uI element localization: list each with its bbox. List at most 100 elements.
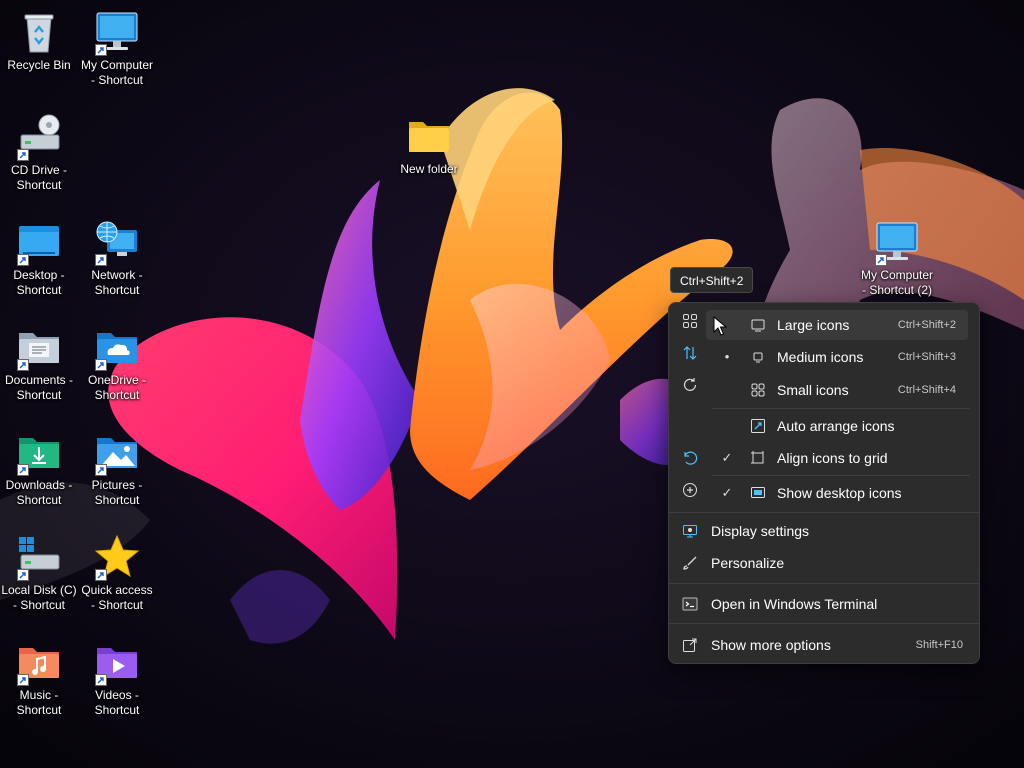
desktop-icon-local-disk[interactable]: Local Disk (C) - Shortcut (0, 533, 78, 613)
submenu-separator (712, 408, 970, 409)
new-command-button[interactable] (674, 474, 706, 506)
documents-folder-icon (15, 323, 63, 371)
shortcut-arrow-icon (95, 254, 107, 266)
shortcut-arrow-icon (17, 674, 29, 686)
show-desktop-icons-label: Show desktop icons (777, 485, 902, 501)
desktop-icon-label: Pictures - Shortcut (91, 478, 143, 507)
desktop-icon-pictures[interactable]: Pictures - Shortcut (78, 428, 156, 508)
personalize-item[interactable]: Personalize (674, 547, 974, 579)
desktop-icon-downloads[interactable]: Downloads - Shortcut (0, 428, 78, 508)
show-more-options-item[interactable]: Show more options Shift+F10 (674, 629, 974, 661)
large-icons-item[interactable]: Large icons Ctrl+Shift+2 (706, 310, 968, 340)
item-mark: • (724, 349, 730, 364)
shortcut-arrow-icon (17, 254, 29, 266)
desktop-icon-quick-access[interactable]: Quick access - Shortcut (78, 533, 156, 613)
desktop-icon-label: Quick access - Shortcut (81, 583, 153, 612)
desktop-icon-desktop[interactable]: Desktop - Shortcut (0, 218, 78, 298)
item-mark (720, 375, 734, 405)
medium-icons-item[interactable]: • Medium icons Ctrl+Shift+3 (706, 342, 968, 372)
desktop[interactable]: Recycle Bin My Computer - Shortcut CD Dr… (0, 0, 1024, 768)
item-mark (720, 310, 734, 340)
undo-command-button[interactable] (674, 442, 706, 474)
desktop-icon-new-folder[interactable]: New folder (390, 112, 468, 177)
shortcut-arrow-icon (17, 149, 29, 161)
recycle-bin-icon (15, 8, 63, 56)
desktop-icon-label: New folder (400, 162, 458, 176)
computer-monitor-icon (873, 218, 921, 266)
refresh-command-button[interactable] (674, 369, 706, 401)
undo-icon (684, 451, 698, 465)
shortcut-arrow-icon (95, 674, 107, 686)
desktop-icon-music[interactable]: Music - Shortcut (0, 638, 78, 718)
open-terminal-label: Open in Windows Terminal (711, 596, 878, 612)
shortcut-arrow-icon (95, 44, 107, 56)
small-icons-item[interactable]: Small icons Ctrl+Shift+4 (706, 375, 968, 405)
desktop-icon-recycle-bin[interactable]: Recycle Bin (0, 8, 78, 73)
computer-monitor-icon (93, 8, 141, 56)
small-icons-shortcut: Ctrl+Shift+4 (897, 384, 956, 396)
show-desktop-icon (750, 485, 766, 501)
desktop-icon-label: My Computer - Shortcut (80, 58, 154, 87)
show-more-options-shortcut: Shift+F10 (915, 639, 963, 651)
align-grid-icon (750, 450, 766, 466)
videos-folder-icon (93, 638, 141, 686)
medium-icons-shortcut: Ctrl+Shift+3 (897, 351, 956, 363)
music-folder-icon (15, 638, 63, 686)
downloads-folder-icon (15, 428, 63, 476)
terminal-icon (682, 596, 698, 612)
desktop-icon-label: Desktop - Shortcut (13, 268, 65, 297)
shortcut-arrow-icon (17, 359, 29, 371)
network-globe-icon (93, 218, 141, 266)
align-grid-label: Align icons to grid (777, 450, 888, 466)
sort-command-button[interactable] (674, 337, 706, 369)
desktop-icon-label: Videos - Shortcut (94, 688, 140, 717)
refresh-icon (683, 378, 697, 391)
show-desktop-icons-item[interactable]: ✓ Show desktop icons (706, 478, 968, 508)
submenu-separator (712, 475, 970, 476)
open-terminal-item[interactable]: Open in Windows Terminal (674, 588, 974, 620)
desktop-icon-label: Network - Shortcut (91, 268, 143, 297)
sort-arrows-icon (683, 346, 697, 360)
medium-icons-label: Medium icons (777, 349, 864, 365)
desktop-icon-label: CD Drive - Shortcut (11, 163, 67, 192)
personalize-label: Personalize (711, 555, 785, 571)
view-command-button[interactable] (674, 305, 706, 337)
show-more-options-label: Show more options (711, 637, 831, 653)
desktop-icon-label: Downloads - Shortcut (5, 478, 73, 507)
align-grid-item[interactable]: ✓ Align icons to grid (706, 443, 968, 473)
cd-drive-icon (15, 113, 63, 161)
shortcut-arrow-icon (95, 464, 107, 476)
display-settings-item[interactable]: Display settings (674, 515, 974, 547)
desktop-icon-videos[interactable]: Videos - Shortcut (78, 638, 156, 718)
desktop-icon-label: My Computer - Shortcut (2) (860, 268, 934, 297)
desktop-icon-documents[interactable]: Documents - Shortcut (0, 323, 78, 403)
desktop-icon-cd-drive[interactable]: CD Drive - Shortcut (0, 113, 78, 193)
auto-arrange-item[interactable]: Auto arrange icons (706, 411, 968, 441)
desktop-icon-my-computer-2[interactable]: My Computer - Shortcut (2) (858, 218, 936, 298)
star-icon (93, 533, 141, 581)
small-icons-label: Small icons (777, 382, 849, 398)
large-icons-icon (750, 317, 766, 333)
tooltip: Ctrl+Shift+2 (670, 267, 754, 293)
new-plus-icon (683, 483, 697, 497)
checkmark-icon: ✓ (721, 450, 733, 465)
shortcut-arrow-icon (95, 359, 107, 371)
desktop-icon-label: OneDrive - Shortcut (87, 373, 146, 402)
small-icons-icon (750, 382, 766, 398)
checkmark-icon: ✓ (721, 485, 733, 500)
menu-separator (669, 512, 979, 513)
desktop-icon-network[interactable]: Network - Shortcut (78, 218, 156, 298)
display-settings-label: Display settings (711, 523, 810, 539)
desktop-icon-label: Music - Shortcut (16, 688, 62, 717)
show-more-options-icon (682, 637, 698, 653)
local-disk-icon (15, 533, 63, 581)
onedrive-folder-icon (93, 323, 141, 371)
display-settings-icon (682, 523, 698, 539)
desktop-icon-onedrive[interactable]: OneDrive - Shortcut (78, 323, 156, 403)
large-icons-shortcut: Ctrl+Shift+2 (897, 319, 956, 331)
desktop-icon-label: Recycle Bin (7, 58, 71, 72)
shortcut-arrow-icon (95, 569, 107, 581)
desktop-icon-my-computer[interactable]: My Computer - Shortcut (78, 8, 156, 88)
menu-separator (669, 623, 979, 624)
grid-view-icon (683, 314, 697, 328)
